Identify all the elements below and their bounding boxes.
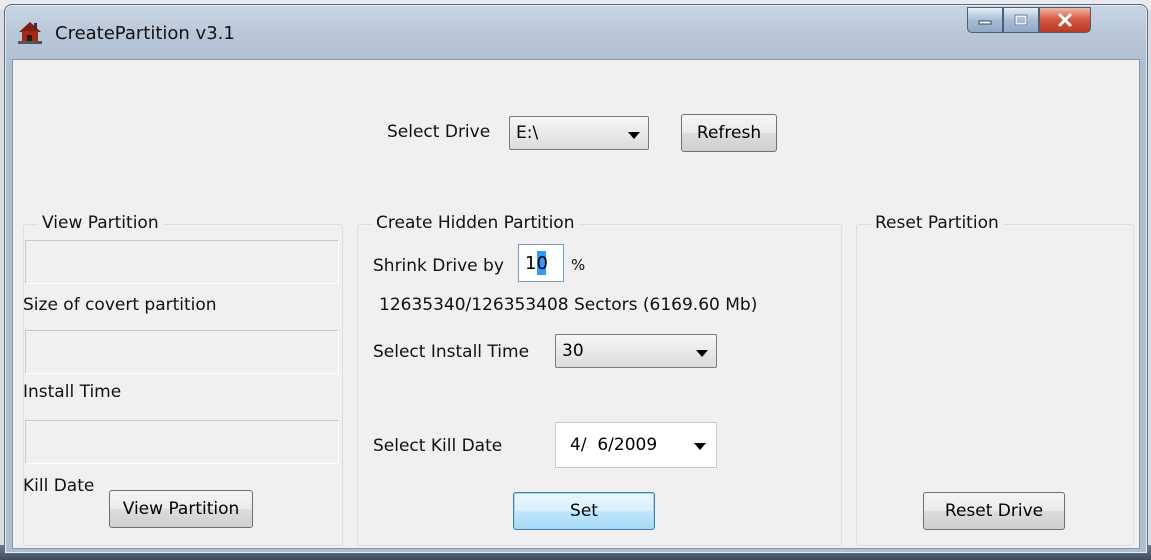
- kill-date-value: 4/ 6/2009: [570, 435, 658, 455]
- maximize-button[interactable]: [1003, 7, 1039, 33]
- minimize-icon: [978, 20, 992, 25]
- sectors-info: 12635340/126353408 Sectors (6169.60 Mb): [379, 295, 758, 315]
- partition-size-field: [25, 240, 339, 284]
- create-partition-title: Create Hidden Partition: [372, 213, 579, 233]
- app-window: CreatePartition v3.1 Select Drive E:\ Re…: [4, 4, 1148, 554]
- shrink-percent-value: 10: [525, 253, 548, 274]
- set-button[interactable]: Set: [513, 492, 655, 530]
- view-partition-button[interactable]: View Partition: [109, 490, 253, 528]
- close-icon: [1058, 13, 1072, 27]
- select-drive-label: Select Drive: [387, 122, 491, 142]
- reset-drive-button[interactable]: Reset Drive: [923, 492, 1065, 530]
- size-label: Size of covert partition: [23, 295, 217, 315]
- drive-dropdown-value: E:\: [516, 123, 539, 143]
- chevron-down-icon: [694, 443, 706, 450]
- install-time-label: Install Time: [23, 382, 122, 402]
- minimize-button[interactable]: [967, 7, 1003, 33]
- chevron-down-icon: [628, 132, 640, 139]
- install-time-field: [25, 330, 339, 374]
- drive-dropdown[interactable]: E:\: [509, 116, 649, 150]
- reset-partition-title: Reset Partition: [871, 213, 1003, 233]
- install-time-value: 30: [562, 341, 584, 361]
- install-time-select-label: Select Install Time: [373, 342, 530, 362]
- title-bar[interactable]: CreatePartition v3.1: [5, 5, 1147, 57]
- refresh-button[interactable]: Refresh: [681, 114, 777, 152]
- kill-date-label: Kill Date: [23, 476, 95, 496]
- percent-sign: %: [571, 256, 586, 274]
- chevron-down-icon: [696, 350, 708, 357]
- client-area: Select Drive E:\ Refresh View Partition …: [12, 59, 1140, 549]
- kill-date-picker[interactable]: 4/ 6/2009: [555, 422, 717, 468]
- install-time-dropdown[interactable]: 30: [555, 334, 717, 368]
- house-icon: [18, 22, 42, 44]
- shrink-drive-label: Shrink Drive by: [373, 256, 504, 276]
- view-partition-title: View Partition: [38, 213, 163, 233]
- shrink-percent-input[interactable]: 10: [518, 244, 564, 282]
- window-title: CreatePartition v3.1: [55, 23, 235, 44]
- close-button[interactable]: [1039, 7, 1091, 33]
- kill-date-field: [25, 420, 339, 464]
- caption-buttons: [967, 7, 1091, 33]
- maximize-icon: [1014, 14, 1028, 26]
- kill-date-select-label: Select Kill Date: [373, 436, 503, 456]
